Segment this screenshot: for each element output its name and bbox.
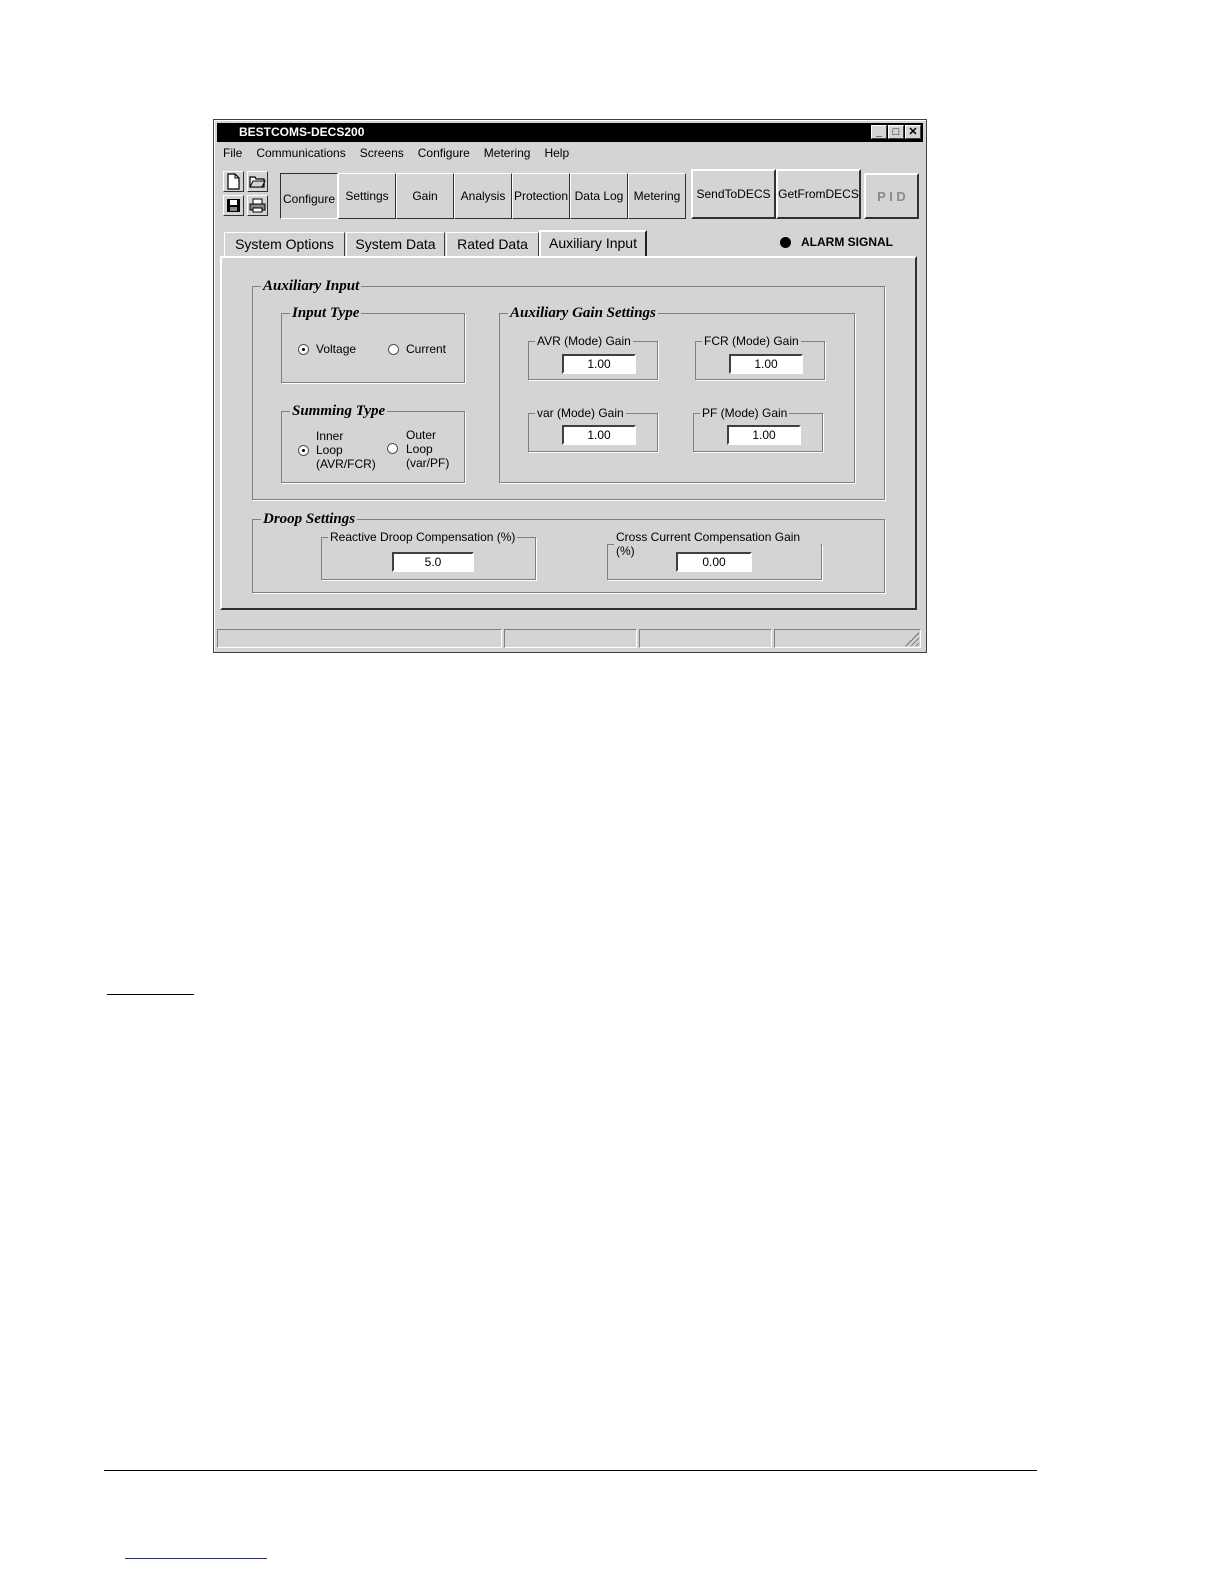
- settings-button[interactable]: Settings: [338, 173, 396, 219]
- var-gain-label: var (Mode) Gain: [537, 406, 624, 420]
- fcr-gain-input[interactable]: 1.00: [729, 354, 803, 374]
- title-bar[interactable]: BESTCOMS-DECS200 _ □ ✕: [217, 123, 923, 142]
- droop-settings-title: Droop Settings: [263, 511, 356, 527]
- tab-system-data[interactable]: System Data: [346, 232, 445, 256]
- status-segment: [504, 629, 637, 648]
- cross-current-input[interactable]: 0.00: [676, 552, 752, 572]
- alarm-dot-icon: [780, 236, 791, 248]
- data-log-button[interactable]: Data Log: [570, 173, 628, 219]
- pf-gain-input[interactable]: 1.00: [727, 425, 801, 445]
- avr-gain-label: AVR (Mode) Gain: [537, 334, 631, 348]
- auxiliary-input-title: Auxiliary Input: [263, 278, 360, 294]
- reactive-droop-label: Reactive Droop Compensation (%): [330, 530, 516, 544]
- close-button[interactable]: ✕: [905, 125, 921, 139]
- tab-panel-auxiliary-input: Auxiliary Input Input Type Voltage Curre…: [220, 256, 917, 610]
- tab-rated-data[interactable]: Rated Data: [446, 232, 539, 256]
- page-rule-short: [107, 994, 194, 995]
- pid-button[interactable]: P I D: [864, 173, 919, 219]
- metering-button[interactable]: Metering: [628, 173, 686, 219]
- new-file-icon[interactable]: [223, 171, 244, 192]
- var-gain-input[interactable]: 1.00: [562, 425, 636, 445]
- minimize-button[interactable]: _: [871, 125, 887, 139]
- avr-gain-input[interactable]: 1.00: [562, 354, 636, 374]
- status-bar: [217, 629, 921, 648]
- tab-auxiliary-input[interactable]: Auxiliary Input: [539, 230, 647, 257]
- configure-button[interactable]: Configure: [280, 173, 338, 219]
- tab-system-options[interactable]: System Options: [224, 232, 345, 256]
- save-icon[interactable]: [223, 195, 244, 216]
- current-label: Current: [406, 342, 447, 356]
- outer-loop-radio[interactable]: [387, 443, 398, 454]
- menu-metering[interactable]: Metering: [484, 146, 531, 160]
- analysis-button[interactable]: Analysis: [454, 173, 512, 219]
- status-segment: [774, 629, 921, 648]
- auxiliary-gain-settings-group: Auxiliary Gain Settings: [499, 305, 855, 483]
- voltage-label: Voltage: [316, 342, 357, 356]
- open-folder-icon[interactable]: [247, 171, 268, 192]
- pf-gain-label: PF (Mode) Gain: [702, 406, 788, 420]
- app-window: BESTCOMS-DECS200 _ □ ✕ File Communication…: [213, 119, 927, 653]
- menu-help[interactable]: Help: [544, 146, 569, 160]
- alarm-label: ALARM SIGNAL: [801, 235, 893, 249]
- fcr-gain-label: FCR (Mode) Gain: [704, 334, 799, 348]
- reactive-droop-input[interactable]: 5.0: [392, 552, 474, 572]
- auxiliary-gain-settings-title: Auxiliary Gain Settings: [510, 305, 656, 321]
- print-icon[interactable]: [247, 195, 268, 216]
- summing-type-title: Summing Type: [292, 403, 386, 419]
- outer-loop-label: Outer Loop (var/PF): [406, 428, 450, 470]
- resize-grip-icon[interactable]: [905, 632, 919, 646]
- menu-bar: File Communications Screens Configure Meteri…: [223, 146, 583, 160]
- window-controls: _ □ ✕: [870, 125, 921, 140]
- footer-link-underline: [125, 1558, 267, 1559]
- current-radio[interactable]: [388, 344, 399, 355]
- footer-rule: [104, 1470, 1037, 1471]
- menu-configure[interactable]: Configure: [418, 146, 470, 160]
- window-title: BESTCOMS-DECS200: [239, 125, 365, 139]
- get-from-decs-button[interactable]: GetFromDECS: [776, 169, 861, 219]
- gain-button[interactable]: Gain: [396, 173, 454, 219]
- send-to-decs-button[interactable]: SendToDECS: [691, 169, 776, 219]
- maximize-button[interactable]: □: [888, 125, 904, 139]
- inner-loop-label: Inner Loop (AVR/FCR): [316, 429, 376, 471]
- alarm-indicator: ALARM SIGNAL: [780, 235, 893, 249]
- inner-loop-radio[interactable]: [298, 445, 309, 456]
- status-segment: [639, 629, 772, 648]
- menu-screens[interactable]: Screens: [360, 146, 404, 160]
- toolbar: Configure Settings Gain Analysis Protect…: [221, 169, 919, 221]
- menu-file[interactable]: File: [223, 146, 242, 160]
- voltage-radio[interactable]: [298, 344, 309, 355]
- input-type-title: Input Type: [292, 305, 360, 321]
- status-segment: [217, 629, 502, 648]
- protection-button[interactable]: Protection: [512, 173, 570, 219]
- menu-communications[interactable]: Communications: [256, 146, 345, 160]
